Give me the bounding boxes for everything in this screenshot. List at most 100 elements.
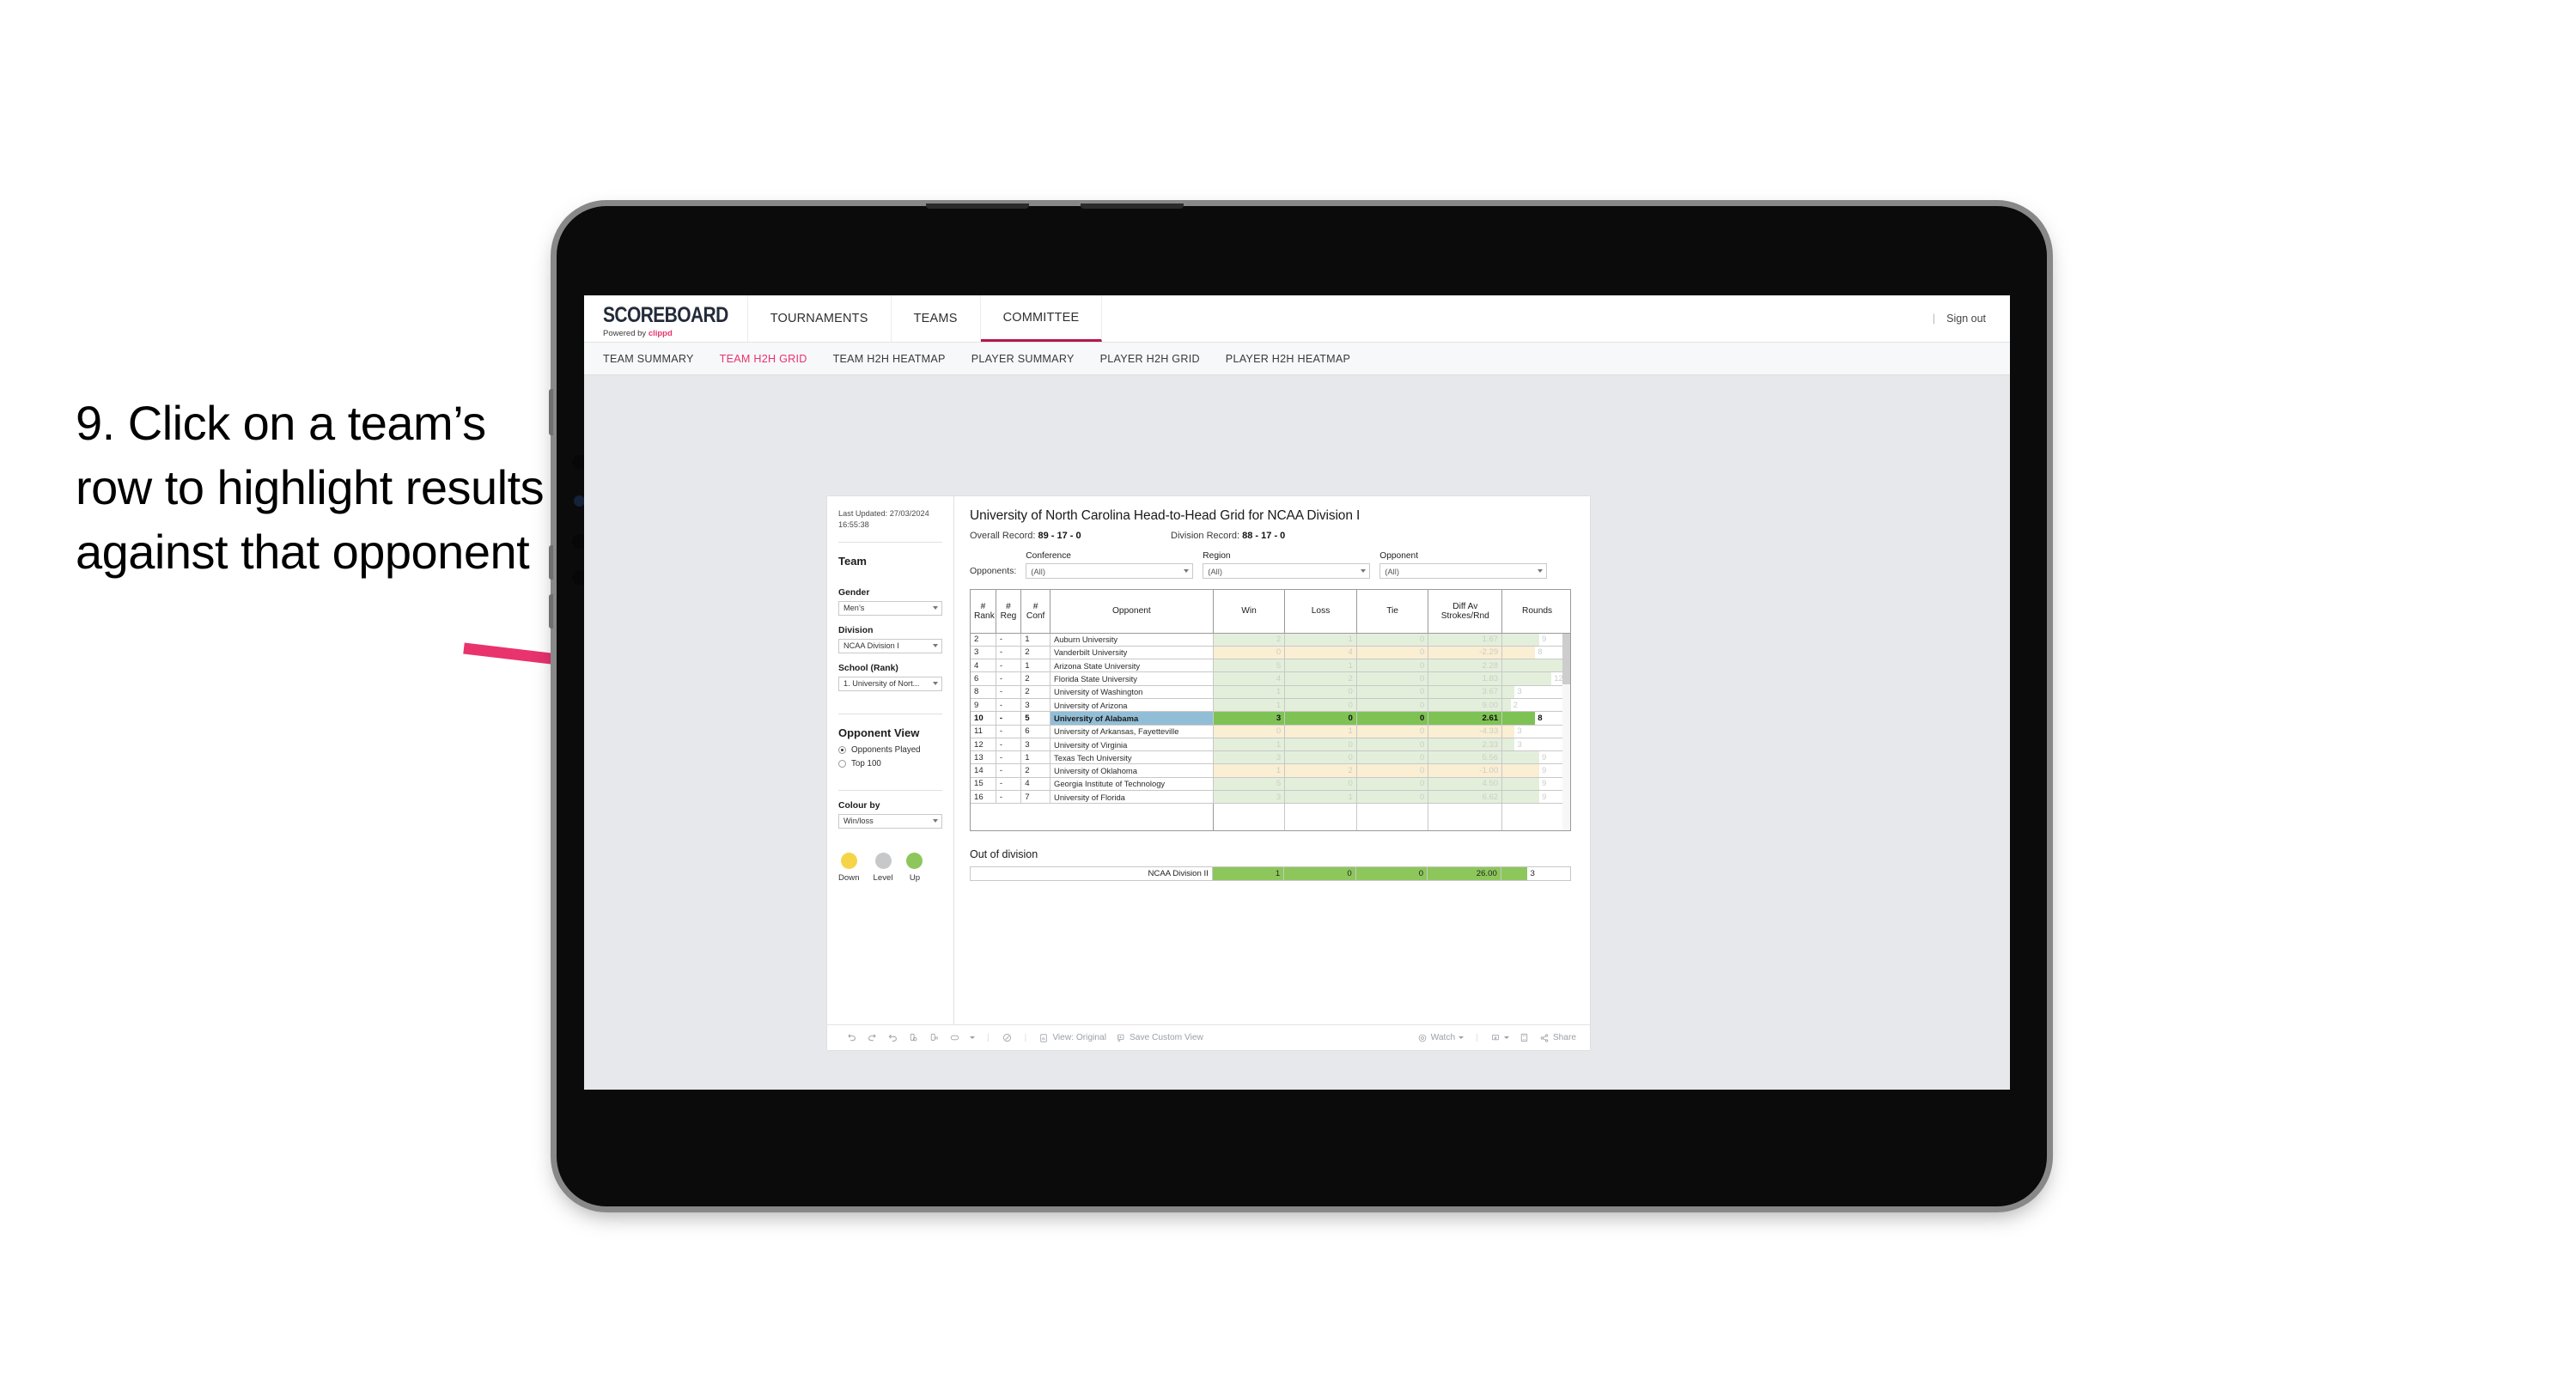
cell-loss: 2 — [1284, 763, 1357, 778]
pause-data-icon[interactable] — [929, 1032, 940, 1043]
th-rank[interactable]: # Rank — [971, 590, 996, 634]
subnav-player-h2h-heatmap[interactable]: PLAYER H2H HEATMAP — [1226, 353, 1350, 365]
th-reg[interactable]: # Reg — [996, 590, 1022, 634]
colour-by-select[interactable]: Win/loss — [838, 813, 942, 829]
school-rank-select[interactable]: 1. University of Nort... — [838, 676, 942, 691]
th-tie[interactable]: Tie — [1356, 590, 1429, 634]
table-row[interactable]: 8-2 University of Washington 1 0 0 3.67 3 — [971, 685, 1570, 699]
overall-record: Overall Record: 89 - 17 - 0 — [970, 531, 1171, 541]
radio-top-100[interactable]: Top 100 — [838, 759, 942, 768]
table-row[interactable]: 15-4 Georgia Institute of Technology 5 0 0 4.… — [971, 777, 1570, 792]
gender-select-value: Men’s — [843, 604, 865, 613]
th-loss[interactable]: Loss — [1284, 590, 1357, 634]
topnav-teams[interactable]: TEAMS — [892, 295, 981, 342]
colour-by-label: Colour by — [838, 800, 880, 811]
table-row[interactable]: 13-1 Texas Tech University 3 0 0 5.56 9 — [971, 750, 1570, 765]
download-button[interactable] — [1490, 1033, 1509, 1043]
th-rounds[interactable]: Rounds — [1501, 590, 1570, 634]
pan-icon[interactable] — [949, 1032, 960, 1043]
table-row[interactable]: 10-5 University of Alabama 3 0 0 2.61 8 — [971, 711, 1570, 726]
cell-opponent: Florida State University — [1050, 671, 1214, 686]
share-button[interactable]: Share — [1539, 1033, 1576, 1043]
school-rank-select-value: 1. University of Nort... — [843, 679, 920, 689]
cell-rank: 2 — [971, 633, 996, 647]
cell-win: 4 — [1213, 671, 1286, 686]
topnav-committee[interactable]: COMMITTEE — [980, 295, 1103, 342]
table-row[interactable]: 6-2 Florida State University 4 2 0 1.83 12 — [971, 671, 1570, 686]
cell-win: 3 — [1213, 711, 1286, 726]
ood-win: 1 — [1211, 866, 1285, 881]
table-row[interactable]: 9-3 University of Arizona 1 0 0 9.00 2 — [971, 698, 1570, 713]
table-row[interactable]: 16-7 University of Florida 3 1 0 6.62 9 — [971, 790, 1570, 805]
subnav-team-summary[interactable]: TEAM SUMMARY — [603, 353, 694, 365]
highlight-icon[interactable] — [1002, 1032, 1013, 1043]
table-row[interactable]: 11-6 University of Arkansas, Fayetteville… — [971, 725, 1570, 738]
watch-button[interactable]: Watch — [1417, 1033, 1465, 1043]
radio-opponents-played[interactable]: Opponents Played — [838, 745, 942, 755]
th-win[interactable]: Win — [1213, 590, 1286, 634]
cell-opponent: University of Virginia — [1050, 738, 1214, 752]
save-custom-view-button[interactable]: Save Custom View — [1116, 1033, 1203, 1043]
cell-reg: - — [996, 646, 1022, 660]
power-button[interactable] — [549, 389, 553, 435]
filter-opponent-select[interactable]: (All) — [1379, 563, 1548, 579]
table-filler-cell — [971, 804, 996, 830]
h2h-table-container: # Rank # Reg # Conf Opponent Win Loss Tie D… — [970, 589, 1571, 831]
table-row[interactable]: 14-2 University of Oklahoma 1 2 0 -1.00 9 — [971, 763, 1570, 778]
cell-win: 2 — [1213, 633, 1286, 647]
table-row[interactable]: 3-2 Vanderbilt University 0 4 0 -2.29 8 — [971, 646, 1570, 660]
h2h-table: # Rank # Reg # Conf Opponent Win Loss Tie D… — [971, 590, 1570, 830]
subnav-team-h2h-grid[interactable]: TEAM H2H GRID — [720, 353, 807, 365]
overall-record-value: 89 - 17 - 0 — [1038, 531, 1081, 541]
undo-icon[interactable] — [846, 1032, 857, 1043]
table-scrollbar[interactable] — [1562, 634, 1570, 830]
filter-opponent: Opponent (All) — [1379, 551, 1548, 579]
table-row[interactable]: 2-1 Auburn University 2 1 0 1.67 9 — [971, 633, 1570, 647]
subnav-player-summary[interactable]: PLAYER SUMMARY — [971, 353, 1075, 365]
th-conf[interactable]: # Conf — [1020, 590, 1051, 634]
table-filler-cell — [1428, 803, 1503, 830]
cell-rounds: 3 — [1501, 725, 1570, 738]
volume-up-button[interactable] — [549, 545, 553, 580]
refresh-data-icon[interactable] — [908, 1032, 919, 1043]
revert-icon[interactable] — [887, 1032, 898, 1043]
volume-down-button[interactable] — [549, 594, 553, 629]
dashboard-body: Last Updated: 27/03/2024 16:55:38 Team G… — [827, 496, 1590, 1024]
secondary-nav: TEAM SUMMARY TEAM H2H GRID TEAM H2H HEAT… — [584, 343, 2010, 375]
cell-diff: -1.00 — [1428, 763, 1503, 778]
filter-conference-select[interactable]: (All) — [1026, 563, 1194, 579]
table-row[interactable]: 12-3 University of Virginia 1 0 0 2.33 3 — [971, 738, 1570, 752]
sidebar-divider-2 — [838, 789, 942, 791]
cell-loss: 1 — [1284, 659, 1357, 673]
chevron-down-icon — [933, 682, 938, 686]
app-logo[interactable]: SCOREBOARD Powered by clippd — [584, 295, 748, 342]
subnav-team-h2h-heatmap[interactable]: TEAM H2H HEATMAP — [833, 353, 946, 365]
fullscreen-icon[interactable] — [1519, 1032, 1530, 1043]
signout-group: | Sign out — [1933, 295, 2010, 342]
chevron-down-icon — [1503, 1036, 1509, 1039]
chevron-down-icon[interactable] — [970, 1036, 975, 1039]
cell-reg: - — [996, 763, 1022, 778]
sign-out-link[interactable]: Sign out — [1946, 313, 1986, 325]
rounds-value: 9 — [1541, 779, 1547, 789]
gender-select[interactable]: Men’s — [838, 600, 942, 616]
th-opponent[interactable]: Opponent — [1050, 590, 1214, 634]
th-diff[interactable]: Diff Av Strokes/Rnd — [1428, 590, 1503, 634]
out-of-division-title: Out of division — [970, 848, 1038, 860]
redo-icon[interactable] — [867, 1032, 878, 1043]
division-label: Division — [838, 625, 874, 635]
main-panel: University of North Carolina Head-to-Hea… — [954, 496, 1590, 1024]
subnav-player-h2h-grid[interactable]: PLAYER H2H GRID — [1100, 353, 1200, 365]
view-original-button[interactable]: View: Original — [1038, 1033, 1106, 1043]
table-scrollbar-thumb[interactable] — [1562, 634, 1570, 684]
division-record-label: Division Record: — [1171, 531, 1243, 541]
cell-rounds: 8 — [1501, 646, 1570, 660]
topnav-tournaments[interactable]: TOURNAMENTS — [748, 295, 892, 342]
ood-loss: 0 — [1283, 866, 1356, 881]
out-of-division-row[interactable]: NCAA Division II 1 0 0 26.00 3 — [970, 866, 1572, 881]
table-row[interactable]: 4-1Arizona State University5102.2817 — [971, 659, 1570, 673]
cell-rounds: 9 — [1501, 633, 1570, 647]
division-select[interactable]: NCAA Division I — [838, 638, 942, 653]
filter-region-select[interactable]: (All) — [1203, 563, 1371, 579]
